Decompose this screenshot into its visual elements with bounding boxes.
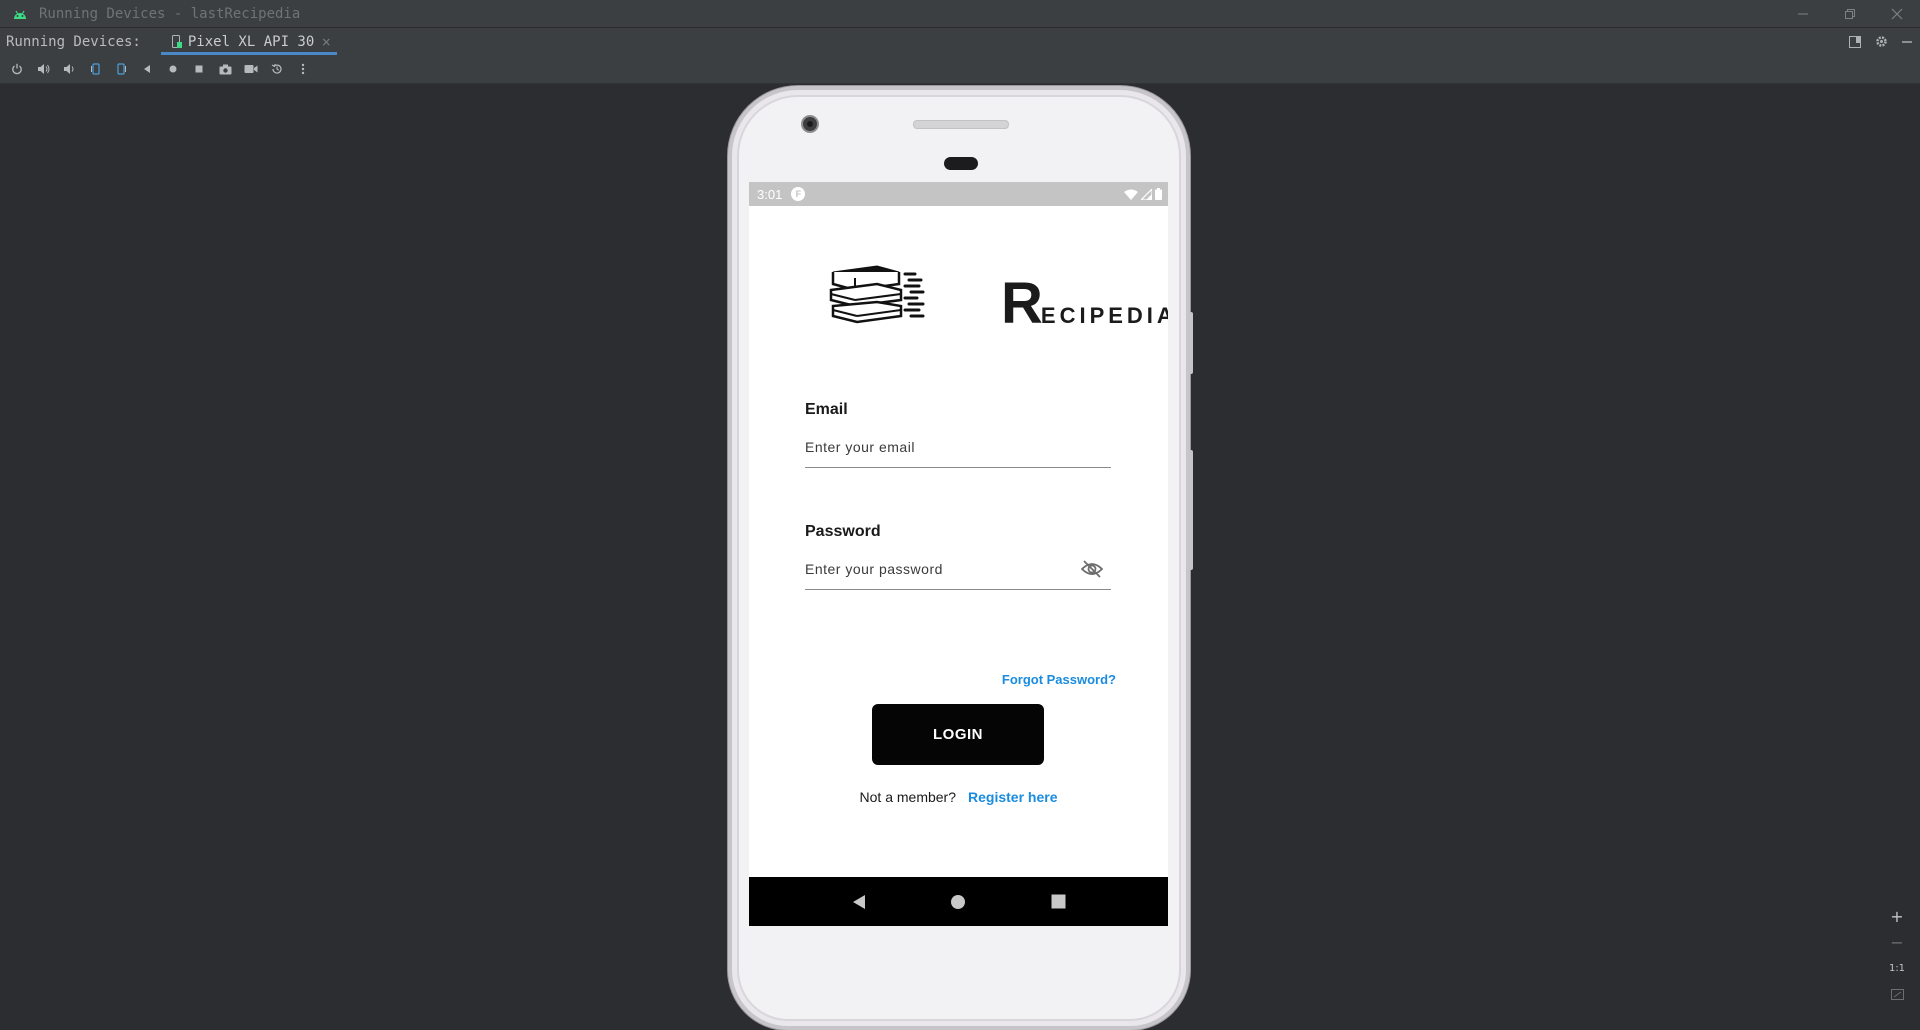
notification-icon: F — [791, 187, 806, 201]
overview-button[interactable] — [186, 57, 212, 81]
close-tab-icon[interactable]: × — [321, 35, 331, 49]
restore-window-button[interactable] — [1826, 0, 1873, 28]
recipedia-logo: RECIPEDIA — [829, 262, 1168, 336]
back-icon — [144, 65, 150, 73]
rotate-right-button[interactable] — [108, 57, 134, 81]
camera-icon — [219, 64, 231, 74]
zoom-controls: + − 1:1 — [1884, 903, 1910, 1007]
close-window-button[interactable] — [1873, 0, 1920, 28]
power-button[interactable] — [4, 57, 30, 81]
nav-home-button[interactable] — [948, 892, 968, 912]
not-member-text: Not a member? — [859, 789, 956, 805]
zoom-actual-size-button[interactable]: 1:1 — [1884, 955, 1910, 981]
back-button[interactable] — [134, 57, 160, 81]
register-row: Not a member? Register here — [749, 789, 1168, 805]
overview-square-icon — [1051, 894, 1066, 909]
email-field-container — [805, 426, 1111, 468]
password-visibility-toggle[interactable] — [1081, 558, 1103, 580]
screen-record-button[interactable] — [238, 57, 264, 81]
android-studio-icon — [13, 8, 27, 20]
phone-screen: 3:01 F RECIPEDIA Email Enter your email … — [749, 182, 1168, 926]
settings-button[interactable] — [1868, 28, 1894, 55]
more-options-button[interactable] — [290, 57, 316, 81]
minus-icon — [1902, 40, 1912, 43]
books-stack-icon — [829, 265, 925, 324]
layout-toggle-button[interactable] — [1842, 28, 1868, 55]
snapshot-button[interactable] — [264, 57, 290, 81]
fit-screen-icon — [1890, 988, 1904, 1000]
register-link[interactable]: Register here — [968, 789, 1057, 805]
hide-panel-button[interactable] — [1894, 28, 1920, 55]
volume-up-icon — [37, 64, 49, 74]
android-navigation-bar — [749, 877, 1168, 926]
rotate-right-icon — [116, 63, 126, 75]
volume-up-button[interactable] — [30, 57, 56, 81]
minimize-icon — [1797, 13, 1808, 15]
overview-icon — [195, 65, 203, 73]
email-input[interactable] — [805, 438, 1065, 455]
volume-down-button[interactable] — [56, 57, 82, 81]
battery-icon — [1155, 188, 1162, 200]
home-button[interactable] — [160, 57, 186, 81]
phone-icon — [171, 34, 183, 49]
home-icon — [169, 65, 177, 73]
nav-back-button[interactable] — [849, 892, 869, 912]
video-camera-icon — [244, 65, 258, 73]
gear-icon — [1875, 36, 1887, 47]
zoom-out-button[interactable]: − — [1884, 929, 1910, 955]
close-icon — [1891, 8, 1902, 20]
back-triangle-icon — [852, 894, 865, 909]
device-tab-label: Pixel XL API 30 — [187, 33, 315, 50]
password-input[interactable] — [805, 560, 1065, 577]
power-side-button[interactable] — [1189, 312, 1193, 374]
logo-wordmark: RECIPEDIA — [1001, 271, 1168, 336]
running-devices-label: Running Devices: — [6, 33, 141, 50]
wifi-icon — [1124, 189, 1138, 200]
minimize-window-button[interactable] — [1779, 0, 1826, 28]
eye-off-icon — [1081, 560, 1103, 578]
rotate-left-icon — [90, 63, 100, 75]
running-devices-tab-bar: Running Devices: Pixel XL API 30 × — [0, 28, 1920, 55]
more-vertical-icon — [301, 63, 305, 75]
password-field-container — [805, 548, 1111, 590]
restore-icon — [1844, 9, 1855, 19]
email-label: Email — [805, 401, 848, 418]
proximity-sensor — [944, 157, 978, 170]
signal-icon — [1141, 188, 1152, 200]
layout-icon — [1849, 35, 1861, 48]
password-label: Password — [805, 523, 881, 540]
status-time: 3:01 — [757, 186, 783, 202]
window-title-bar: Running Devices - lastRecipedia — [0, 0, 1920, 28]
device-tab[interactable]: Pixel XL API 30 × — [160, 28, 338, 55]
login-button[interactable]: LOGIN — [872, 704, 1044, 765]
volume-side-button[interactable] — [1189, 450, 1193, 570]
rotate-left-button[interactable] — [82, 57, 108, 81]
emulator-toolbar — [0, 55, 1920, 84]
front-camera — [801, 115, 819, 133]
phone-frame: 3:01 F RECIPEDIA Email Enter your email … — [728, 86, 1193, 1030]
zoom-in-button[interactable]: + — [1884, 903, 1910, 929]
history-icon — [271, 63, 282, 74]
nav-overview-button[interactable] — [1048, 892, 1068, 912]
android-status-bar: 3:01 F — [749, 182, 1168, 206]
earpiece-speaker — [913, 120, 1009, 129]
power-icon — [12, 63, 22, 75]
window-title: Running Devices - lastRecipedia — [39, 5, 301, 22]
volume-down-icon — [64, 64, 74, 74]
forgot-password-link[interactable]: Forgot Password? — [1002, 672, 1116, 687]
home-circle-icon — [951, 894, 966, 909]
screenshot-button[interactable] — [212, 57, 238, 81]
zoom-fit-button[interactable] — [1884, 981, 1910, 1007]
